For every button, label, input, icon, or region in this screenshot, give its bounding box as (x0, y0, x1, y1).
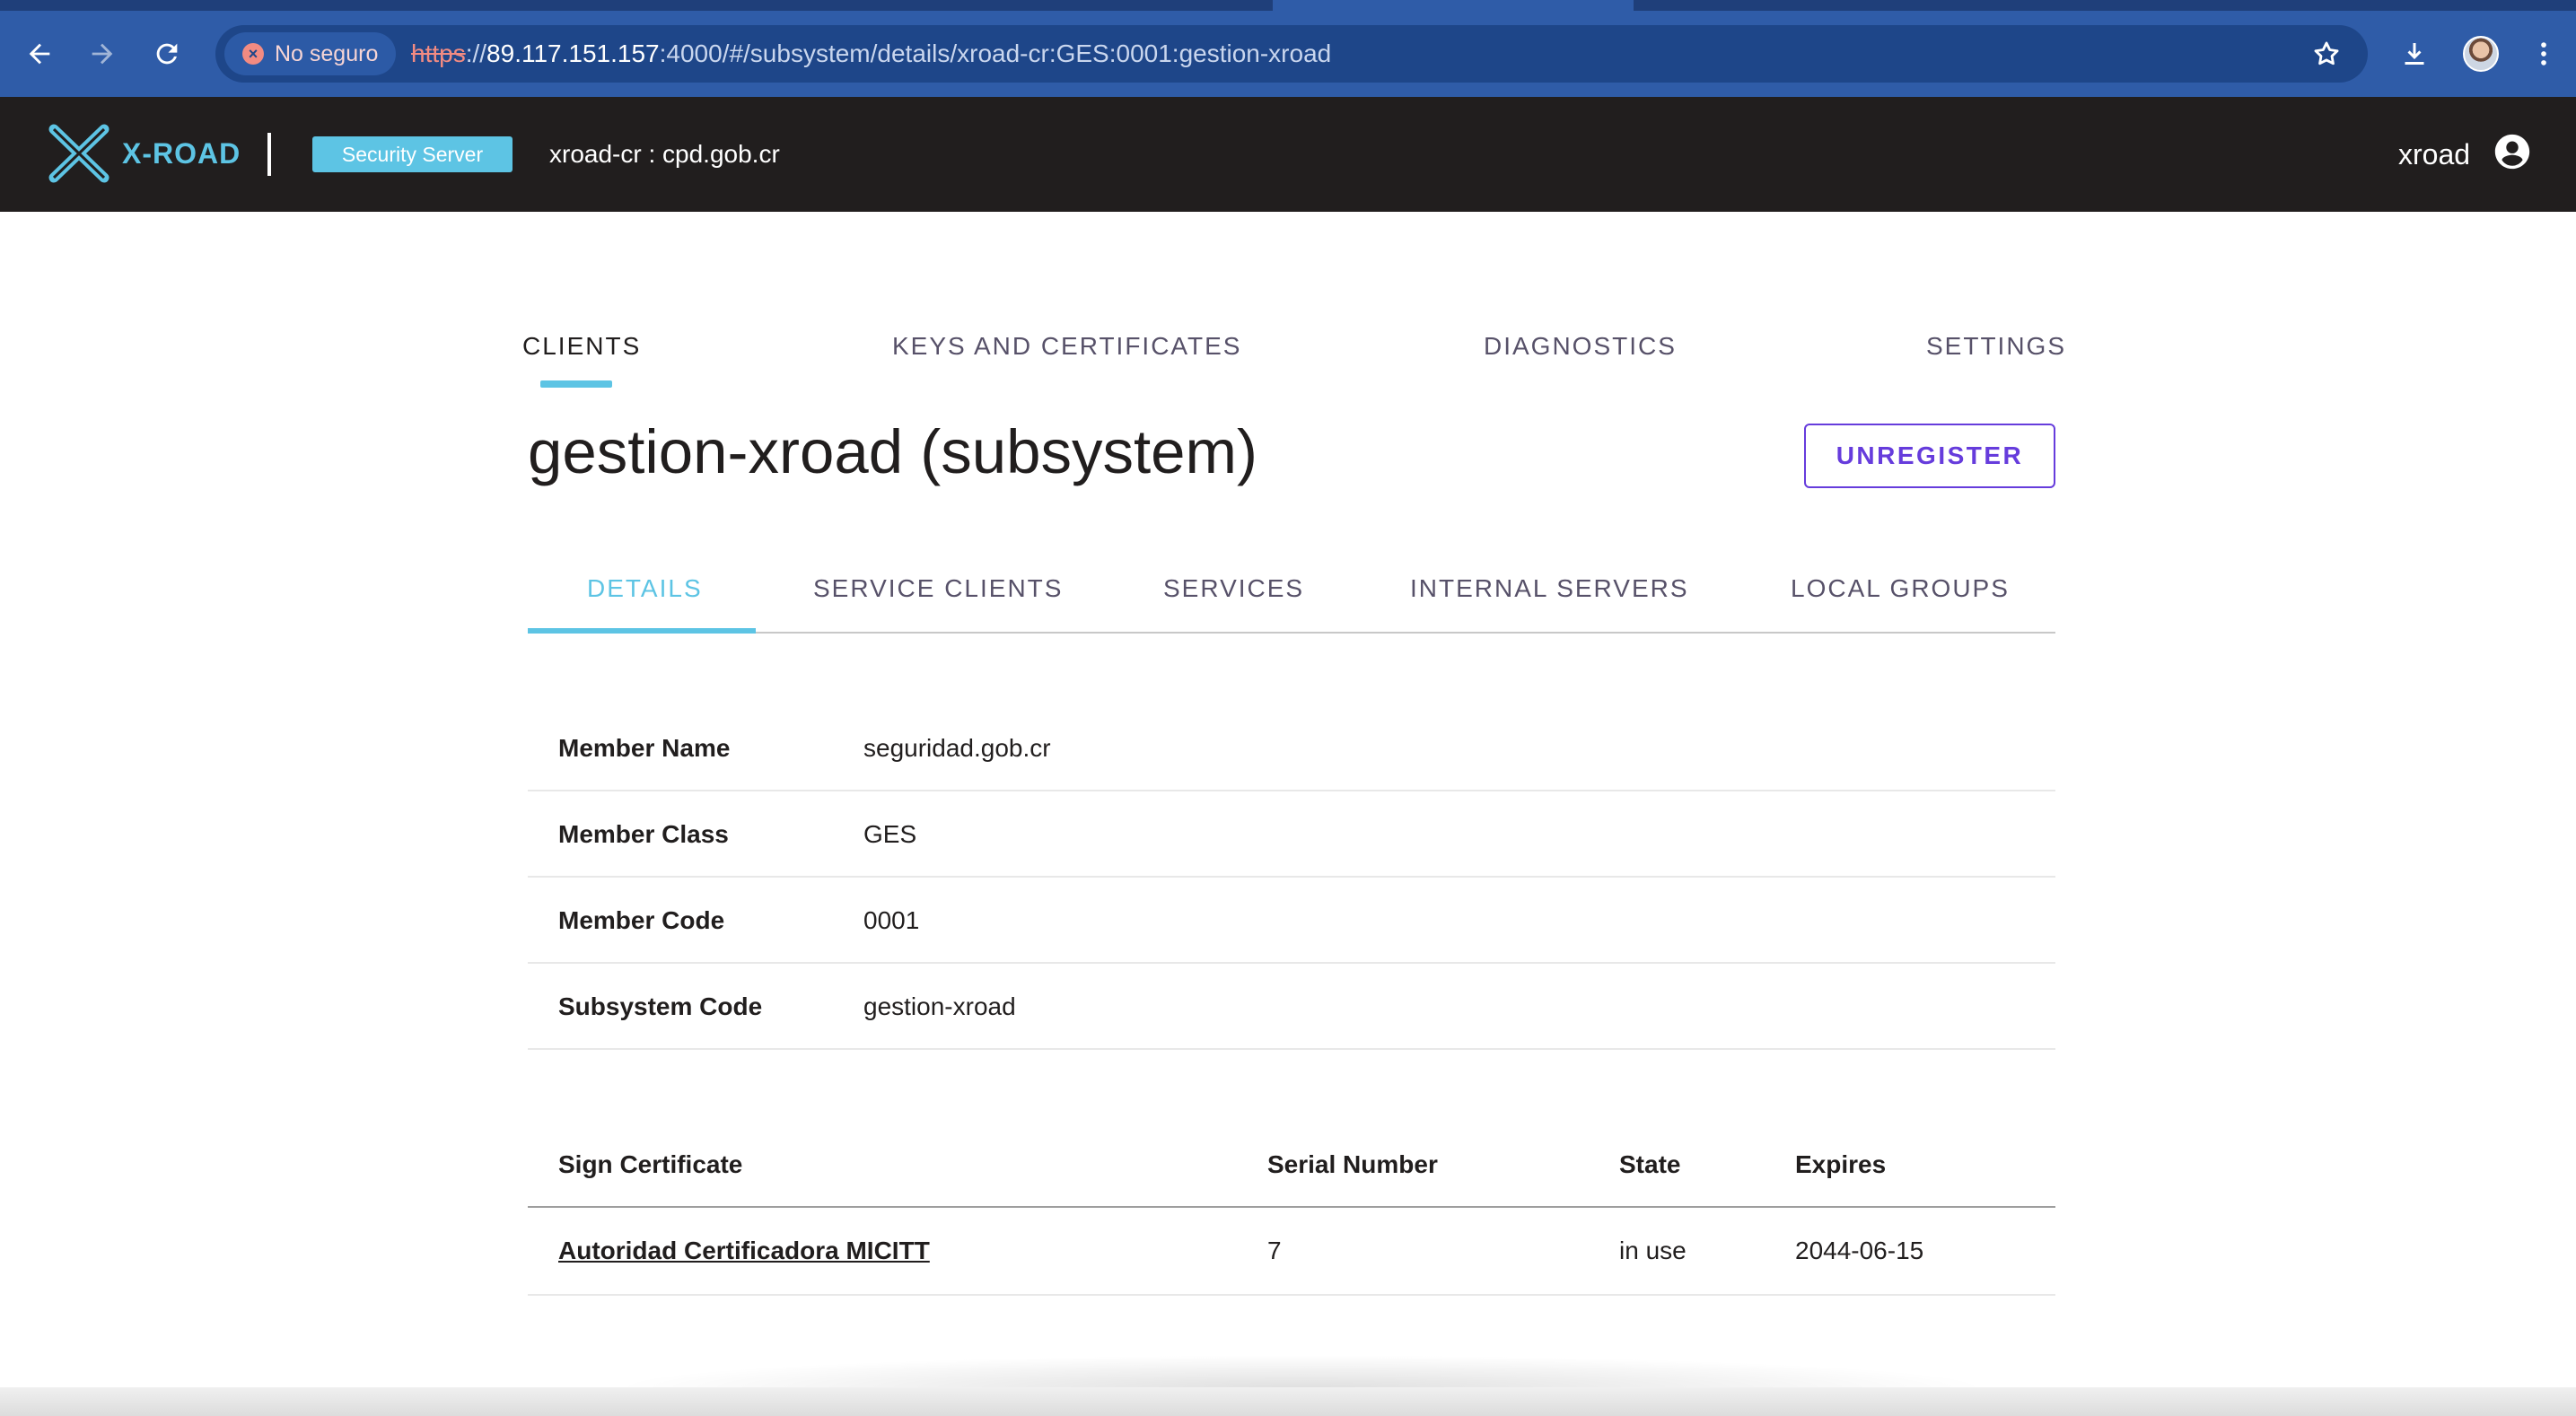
url-scheme: https (411, 39, 466, 67)
details-label: Member Name (558, 734, 731, 762)
details-value: 0001 (863, 906, 920, 934)
expires-cell: 2044-06-15 (1795, 1237, 1924, 1264)
details-value: seguridad.gob.cr (863, 734, 1051, 762)
xroad-x-icon (48, 124, 110, 183)
details-label: Member Class (558, 820, 729, 848)
forward-button[interactable] (81, 32, 124, 75)
tab-services[interactable]: SERVICES (1163, 571, 1304, 607)
security-chip[interactable]: × No seguro (224, 32, 397, 75)
active-subtab-indicator (528, 628, 756, 634)
server-type-badge: Security Server (312, 136, 513, 172)
header-divider (267, 133, 271, 176)
security-chip-label: No seguro (275, 40, 379, 66)
tab-internal-servers[interactable]: INTERNAL SERVERS (1410, 571, 1689, 607)
more-vert-icon (2541, 42, 2546, 66)
app-header: X-ROAD Security Server xroad-cr : cpd.go… (0, 97, 2576, 212)
tab-service-clients[interactable]: SERVICE CLIENTS (813, 571, 1063, 607)
certificate-link[interactable]: Autoridad Certificadora MICITT (558, 1208, 930, 1294)
details-row-member-class: Member Class GES (528, 791, 2055, 878)
tab-settings[interactable]: SETTINGS (1926, 328, 2066, 364)
bookmark-button[interactable] (2305, 32, 2348, 75)
browser-tab-strip (0, 0, 1273, 11)
column-header-state: State (1619, 1150, 1681, 1178)
tab-clients[interactable]: CLIENTS (522, 328, 641, 364)
serial-number-cell: 7 (1267, 1237, 1282, 1264)
page-title: gestion-xroad (subsystem) (528, 417, 1257, 486)
column-header-serial-number: Serial Number (1267, 1150, 1438, 1178)
url-text[interactable]: https://89.117.151.157:4000/#/subsystem/… (411, 25, 1331, 83)
details-value: gestion-xroad (863, 992, 1016, 1020)
certificates-table-header: Sign Certificate Serial Number State Exp… (528, 1122, 2055, 1208)
profile-avatar[interactable] (2463, 36, 2499, 72)
column-header-expires: Expires (1795, 1150, 1887, 1178)
logo-text: X-ROAD (122, 136, 241, 170)
window-bottom-edge (0, 1387, 2576, 1416)
url-path: :4000/#/subsystem/details/xroad-cr:GES:0… (659, 39, 1332, 67)
server-identifier: xroad-cr : cpd.gob.cr (549, 140, 780, 168)
browser-tab-strip (1634, 0, 2576, 11)
back-button[interactable] (18, 32, 61, 75)
account-circle-icon[interactable] (2492, 131, 2533, 172)
details-label: Member Code (558, 906, 725, 934)
not-secure-icon: × (242, 43, 264, 65)
details-row-subsystem-code: Subsystem Code gestion-xroad (528, 964, 2055, 1050)
details-value: GES (863, 820, 917, 848)
browser-toolbar: × No seguro https://89.117.151.157:4000/… (0, 0, 2576, 97)
column-header-sign-certificate: Sign Certificate (558, 1150, 743, 1178)
details-row-member-code: Member Code 0001 (528, 878, 2055, 964)
address-bar[interactable]: × No seguro https://89.117.151.157:4000/… (215, 25, 2368, 83)
tab-details[interactable]: DETAILS (587, 571, 703, 607)
active-tab-indicator (540, 380, 612, 388)
tab-keys-and-certificates[interactable]: KEYS AND CERTIFICATES (892, 328, 1241, 364)
arrow-left-icon (29, 43, 50, 65)
star-icon (2314, 41, 2339, 66)
user-name[interactable]: xroad (2398, 136, 2470, 172)
table-row: Autoridad Certificadora MICITT 7 in use … (528, 1208, 2055, 1296)
tab-diagnostics[interactable]: DIAGNOSTICS (1484, 328, 1677, 364)
url-host: 89.117.151.157 (486, 39, 660, 67)
downloads-button[interactable] (2393, 32, 2436, 75)
reload-icon (156, 43, 178, 65)
bottom-shadow (610, 1355, 1993, 1387)
download-icon (2405, 43, 2424, 65)
tab-local-groups[interactable]: LOCAL GROUPS (1791, 571, 2010, 607)
arrow-right-icon (92, 43, 113, 65)
browser-menu-button[interactable] (2522, 32, 2565, 75)
reload-button[interactable] (145, 32, 188, 75)
details-row-member-name: Member Name seguridad.gob.cr (528, 705, 2055, 791)
url-separator: :// (465, 39, 487, 67)
unregister-button[interactable]: UNREGISTER (1804, 424, 2055, 488)
xroad-logo[interactable]: X-ROAD (48, 124, 241, 183)
state-cell: in use (1619, 1237, 1687, 1264)
details-label: Subsystem Code (558, 992, 763, 1020)
subsystem-tabs: DETAILS SERVICE CLIENTS SERVICES INTERNA… (528, 556, 2055, 634)
